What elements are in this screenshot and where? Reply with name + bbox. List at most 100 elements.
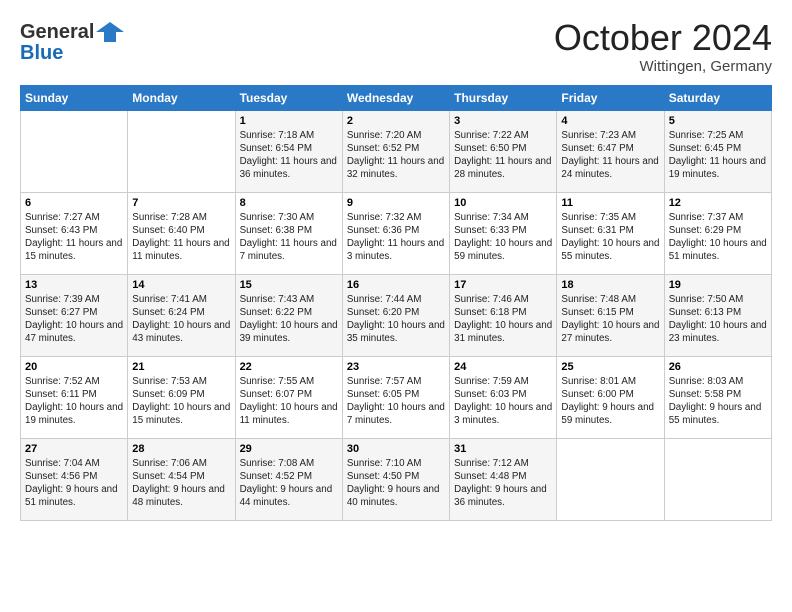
- header-cell-sunday: Sunday: [21, 85, 128, 110]
- day-detail: Sunrise: 7:25 AMSunset: 6:45 PMDaylight:…: [669, 129, 767, 182]
- day-number: 29: [240, 443, 338, 455]
- day-number: 20: [25, 361, 123, 373]
- calendar-body: 1Sunrise: 7:18 AMSunset: 6:54 PMDaylight…: [21, 110, 772, 520]
- day-cell: 30 Sunrise: 7:10 AMSunset: 4:50 PMDayligh…: [342, 438, 449, 520]
- month-title: October 2024: [554, 18, 772, 58]
- day-cell: [128, 110, 235, 192]
- day-cell: 17 Sunrise: 7:46 AMSunset: 6:18 PMDayligh…: [450, 274, 557, 356]
- day-cell: 9Sunrise: 7:32 AMSunset: 6:36 PMDaylight…: [342, 192, 449, 274]
- day-number: 13: [25, 279, 123, 291]
- day-detail: Sunrise: 8:03 AMSunset: 5:58 PMDaylight:…: [669, 375, 767, 428]
- day-number: 3: [454, 115, 552, 127]
- day-detail: Sunrise: 7:59 AMSunset: 6:03 PMDaylight:…: [454, 375, 552, 428]
- day-cell: 27 Sunrise: 7:04 AMSunset: 4:56 PMDayligh…: [21, 438, 128, 520]
- day-cell: 10Sunrise: 7:34 AMSunset: 6:33 PMDayligh…: [450, 192, 557, 274]
- day-cell: 20 Sunrise: 7:52 AMSunset: 6:11 PMDayligh…: [21, 356, 128, 438]
- day-detail: Sunrise: 7:10 AMSunset: 4:50 PMDaylight:…: [347, 457, 445, 510]
- day-number: 1: [240, 115, 338, 127]
- day-cell: 12Sunrise: 7:37 AMSunset: 6:29 PMDayligh…: [664, 192, 771, 274]
- day-number: 22: [240, 361, 338, 373]
- day-cell: 6 Sunrise: 7:27 AMSunset: 6:43 PMDaylight…: [21, 192, 128, 274]
- day-cell: [21, 110, 128, 192]
- day-cell: 13 Sunrise: 7:39 AMSunset: 6:27 PMDayligh…: [21, 274, 128, 356]
- day-cell: 11 Sunrise: 7:35 AMSunset: 6:31 PMDayligh…: [557, 192, 664, 274]
- week-row-3: 13 Sunrise: 7:39 AMSunset: 6:27 PMDayligh…: [21, 274, 772, 356]
- day-detail: Sunrise: 7:55 AMSunset: 6:07 PMDaylight:…: [240, 375, 338, 428]
- day-number: 14: [132, 279, 230, 291]
- day-number: 25: [561, 361, 659, 373]
- week-row-2: 6 Sunrise: 7:27 AMSunset: 6:43 PMDaylight…: [21, 192, 772, 274]
- day-detail: Sunrise: 7:57 AMSunset: 6:05 PMDaylight:…: [347, 375, 445, 428]
- day-cell: 2 Sunrise: 7:20 AMSunset: 6:52 PMDaylight…: [342, 110, 449, 192]
- day-cell: 24Sunrise: 7:59 AMSunset: 6:03 PMDayligh…: [450, 356, 557, 438]
- day-cell: 1Sunrise: 7:18 AMSunset: 6:54 PMDaylight…: [235, 110, 342, 192]
- day-number: 2: [347, 115, 445, 127]
- header-row: SundayMondayTuesdayWednesdayThursdayFrid…: [21, 85, 772, 110]
- header-cell-tuesday: Tuesday: [235, 85, 342, 110]
- day-cell: [557, 438, 664, 520]
- calendar-header: SundayMondayTuesdayWednesdayThursdayFrid…: [21, 85, 772, 110]
- day-number: 21: [132, 361, 230, 373]
- day-number: 12: [669, 197, 767, 209]
- day-number: 8: [240, 197, 338, 209]
- day-detail: Sunrise: 7:27 AMSunset: 6:43 PMDaylight:…: [25, 211, 123, 264]
- title-block: October 2024 Wittingen, Germany: [554, 18, 772, 75]
- calendar-page: General Blue October 2024 Wittingen, Ger…: [0, 0, 792, 531]
- day-detail: Sunrise: 7:52 AMSunset: 6:11 PMDaylight:…: [25, 375, 123, 428]
- day-detail: Sunrise: 7:06 AMSunset: 4:54 PMDaylight:…: [132, 457, 230, 510]
- day-detail: Sunrise: 7:30 AMSunset: 6:38 PMDaylight:…: [240, 211, 338, 264]
- day-cell: 7Sunrise: 7:28 AMSunset: 6:40 PMDaylight…: [128, 192, 235, 274]
- day-number: 11: [561, 197, 659, 209]
- day-cell: 4Sunrise: 7:23 AMSunset: 6:47 PMDaylight…: [557, 110, 664, 192]
- header-cell-monday: Monday: [128, 85, 235, 110]
- day-cell: 28 Sunrise: 7:06 AMSunset: 4:54 PMDayligh…: [128, 438, 235, 520]
- day-detail: Sunrise: 7:12 AMSunset: 4:48 PMDaylight:…: [454, 457, 552, 510]
- day-number: 31: [454, 443, 552, 455]
- day-cell: 18 Sunrise: 7:48 AMSunset: 6:15 PMDayligh…: [557, 274, 664, 356]
- day-detail: Sunrise: 7:43 AMSunset: 6:22 PMDaylight:…: [240, 293, 338, 346]
- week-row-4: 20 Sunrise: 7:52 AMSunset: 6:11 PMDayligh…: [21, 356, 772, 438]
- header-cell-wednesday: Wednesday: [342, 85, 449, 110]
- day-cell: 31 Sunrise: 7:12 AMSunset: 4:48 PMDayligh…: [450, 438, 557, 520]
- day-detail: Sunrise: 7:20 AMSunset: 6:52 PMDaylight:…: [347, 129, 445, 182]
- day-detail: Sunrise: 7:35 AMSunset: 6:31 PMDaylight:…: [561, 211, 659, 264]
- day-detail: Sunrise: 7:44 AMSunset: 6:20 PMDaylight:…: [347, 293, 445, 346]
- logo: General Blue: [20, 18, 124, 65]
- day-number: 6: [25, 197, 123, 209]
- day-cell: 14 Sunrise: 7:41 AMSunset: 6:24 PMDayligh…: [128, 274, 235, 356]
- day-number: 18: [561, 279, 659, 291]
- day-detail: Sunrise: 7:39 AMSunset: 6:27 PMDaylight:…: [25, 293, 123, 346]
- day-detail: Sunrise: 7:48 AMSunset: 6:15 PMDaylight:…: [561, 293, 659, 346]
- day-number: 27: [25, 443, 123, 455]
- day-cell: 3 Sunrise: 7:22 AMSunset: 6:50 PMDaylight…: [450, 110, 557, 192]
- day-number: 30: [347, 443, 445, 455]
- day-number: 17: [454, 279, 552, 291]
- day-cell: 8 Sunrise: 7:30 AMSunset: 6:38 PMDaylight…: [235, 192, 342, 274]
- day-number: 28: [132, 443, 230, 455]
- week-row-5: 27 Sunrise: 7:04 AMSunset: 4:56 PMDayligh…: [21, 438, 772, 520]
- day-cell: [664, 438, 771, 520]
- day-number: 23: [347, 361, 445, 373]
- day-detail: Sunrise: 7:53 AMSunset: 6:09 PMDaylight:…: [132, 375, 230, 428]
- day-cell: 25Sunrise: 8:01 AMSunset: 6:00 PMDayligh…: [557, 356, 664, 438]
- day-detail: Sunrise: 7:46 AMSunset: 6:18 PMDaylight:…: [454, 293, 552, 346]
- header-cell-friday: Friday: [557, 85, 664, 110]
- day-cell: 15Sunrise: 7:43 AMSunset: 6:22 PMDayligh…: [235, 274, 342, 356]
- day-number: 4: [561, 115, 659, 127]
- day-cell: 26 Sunrise: 8:03 AMSunset: 5:58 PMDayligh…: [664, 356, 771, 438]
- day-detail: Sunrise: 7:41 AMSunset: 6:24 PMDaylight:…: [132, 293, 230, 346]
- day-cell: 23 Sunrise: 7:57 AMSunset: 6:05 PMDayligh…: [342, 356, 449, 438]
- day-cell: 5 Sunrise: 7:25 AMSunset: 6:45 PMDaylight…: [664, 110, 771, 192]
- day-number: 16: [347, 279, 445, 291]
- header-cell-thursday: Thursday: [450, 85, 557, 110]
- day-detail: Sunrise: 7:04 AMSunset: 4:56 PMDaylight:…: [25, 457, 123, 510]
- day-number: 26: [669, 361, 767, 373]
- week-row-1: 1Sunrise: 7:18 AMSunset: 6:54 PMDaylight…: [21, 110, 772, 192]
- header: General Blue October 2024 Wittingen, Ger…: [20, 18, 772, 75]
- day-number: 7: [132, 197, 230, 209]
- logo-icon: [96, 18, 124, 46]
- logo-general-text: General: [20, 21, 94, 44]
- day-number: 5: [669, 115, 767, 127]
- day-number: 9: [347, 197, 445, 209]
- day-detail: Sunrise: 7:22 AMSunset: 6:50 PMDaylight:…: [454, 129, 552, 182]
